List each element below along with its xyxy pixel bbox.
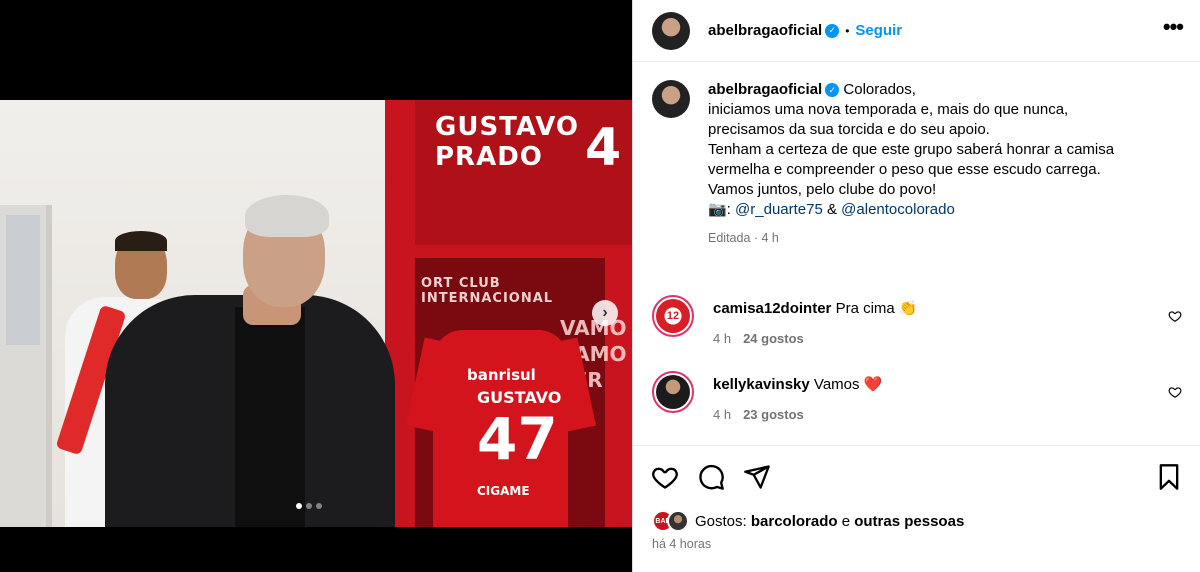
caption-text-line5: vermelha e compreender o peso que esse e… — [708, 161, 1101, 178]
comment-item: kellykavinsky Vamos ❤️ 4 h 23 gostos — [652, 371, 1182, 422]
post-header: abelbragaoficial ✓ • Seguir ••• — [633, 0, 1200, 62]
instagram-post-modal: GUSTAVO PRADO 4 ORT CLUB INTERNACIONAL V… — [0, 0, 1200, 572]
shirt-sponsor: banrisul — [467, 366, 536, 384]
header-separator: • — [845, 23, 850, 38]
caption-text-line3: precisamos da sua torcida e do seu apoio… — [708, 121, 990, 138]
post-media[interactable]: GUSTAVO PRADO 4 ORT CLUB INTERNACIONAL V… — [0, 0, 632, 572]
comment-text: Vamos — [813, 376, 860, 393]
caption-body: abelbragaoficial ✓ Colorados, iniciamos u… — [708, 80, 1114, 248]
caption-line-1: abelbragaoficial ✓ Colorados, — [708, 80, 1114, 100]
likes-summary: BAR Gostos: barcolorado e outras pessoas — [652, 510, 964, 532]
comment-avatar[interactable] — [652, 371, 694, 413]
shirt-sponsor-2: CIGAME — [477, 484, 530, 498]
comment-time: 4 h — [713, 331, 732, 346]
comment-like-heart-icon[interactable] — [1168, 385, 1182, 399]
heart-emoji-icon: ❤️ — [863, 376, 883, 393]
share-send-icon[interactable] — [743, 463, 771, 491]
next-image-button[interactable]: › — [592, 300, 618, 326]
caption-text-line4: Tenham a certeza de que este grupo saber… — [708, 141, 1115, 158]
verified-badge-icon: ✓ — [825, 23, 840, 38]
comment-text: Pra cima — [835, 300, 895, 317]
caption-text-line2: iniciamos uma nova temporada e, mais do … — [708, 101, 1069, 118]
caption-credits: 📷: @r_duarte75 & @alentocolorado — [708, 200, 1114, 220]
mention-link-1[interactable]: @r_duarte75 — [735, 201, 823, 218]
carousel-dot-2 — [306, 503, 312, 509]
comment-username[interactable]: camisa12dointer — [713, 300, 831, 317]
comment-avatar-image: 12 — [656, 299, 690, 333]
shirt-number: 47 — [477, 405, 558, 473]
post-actions: BAR Gostos: barcolorado e outras pessoas… — [633, 445, 1200, 572]
comment-time: 4 h — [713, 407, 732, 422]
comment-text-line: camisa12dointer Pra cima 👏 — [713, 299, 918, 319]
comment-text-line: kellykavinsky Vamos ❤️ — [713, 375, 882, 395]
comment-body: camisa12dointer Pra cima 👏 4 h 24 gostos — [713, 295, 918, 346]
action-icons — [651, 463, 771, 491]
clap-emoji-icon: 👏 — [898, 300, 918, 317]
liker-avatar-2[interactable] — [667, 510, 689, 532]
camera-icon: 📷: — [708, 201, 731, 218]
author-username[interactable]: abelbragaoficial — [708, 22, 822, 39]
caption-text-line6: Vamos juntos, pelo clube do povo! — [708, 181, 937, 198]
author-avatar[interactable] — [652, 11, 690, 50]
person-shirt — [235, 307, 305, 527]
likes-prefix: Gostos: — [695, 512, 747, 530]
likes-user-link[interactable]: barcolorado — [751, 513, 838, 530]
comment-avatar-image — [656, 375, 690, 409]
likes-others-link[interactable]: outras pessoas — [854, 513, 964, 530]
caption-text-line1: Colorados, — [843, 81, 916, 98]
carousel-dot-1 — [296, 503, 302, 509]
comment-username[interactable]: kellykavinsky — [713, 376, 810, 393]
comment-avatar[interactable]: 12 — [652, 295, 694, 337]
locker-name-line2: PRADO — [435, 142, 543, 172]
comment-item: 12 camisa12dointer Pra cima 👏 4 h 24 gos… — [652, 295, 1182, 346]
post-side-panel: abelbragaoficial ✓ • Seguir ••• abelbrag… — [632, 0, 1200, 572]
post-time[interactable]: há 4 horas — [652, 537, 711, 551]
locker-number: 4 — [585, 118, 622, 178]
person-hair — [245, 195, 329, 237]
likes-and: e — [841, 512, 851, 530]
mention-ampersand: & — [826, 201, 837, 218]
post-photo: GUSTAVO PRADO 4 ORT CLUB INTERNACIONAL V… — [0, 100, 632, 527]
comment-like-heart-icon[interactable] — [1168, 309, 1182, 323]
save-bookmark-icon[interactable] — [1155, 463, 1183, 491]
chevron-right-icon: › — [602, 304, 608, 321]
locker-name-line1: GUSTAVO — [435, 112, 580, 142]
follow-button[interactable]: Seguir — [855, 22, 902, 39]
comment-body: kellykavinsky Vamos ❤️ 4 h 23 gostos — [713, 371, 882, 422]
comment-meta: 4 h 24 gostos — [713, 331, 918, 346]
caption-edited-time: Editada · 4 h — [708, 231, 779, 245]
comment-meta: 4 h 23 gostos — [713, 407, 882, 422]
mention-link-2[interactable]: @alentocolorado — [841, 201, 955, 218]
carousel-dot-3 — [316, 503, 322, 509]
likes-text: Gostos: barcolorado e outras pessoas — [695, 513, 964, 530]
caption-username[interactable]: abelbragaoficial — [708, 81, 822, 98]
verified-badge-icon: ✓ — [825, 83, 840, 98]
post-caption: abelbragaoficial ✓ Colorados, iniciamos u… — [652, 80, 1182, 248]
caption-avatar[interactable] — [652, 80, 690, 118]
like-heart-icon[interactable] — [651, 463, 679, 491]
photo-person-foreground — [95, 195, 405, 527]
comment-likes-count[interactable]: 23 gostos — [743, 407, 804, 422]
comment-bubble-icon[interactable] — [697, 463, 725, 491]
more-options-icon[interactable]: ••• — [1163, 14, 1184, 40]
carousel-dots — [296, 503, 322, 509]
comment-likes-count[interactable]: 24 gostos — [743, 331, 804, 346]
